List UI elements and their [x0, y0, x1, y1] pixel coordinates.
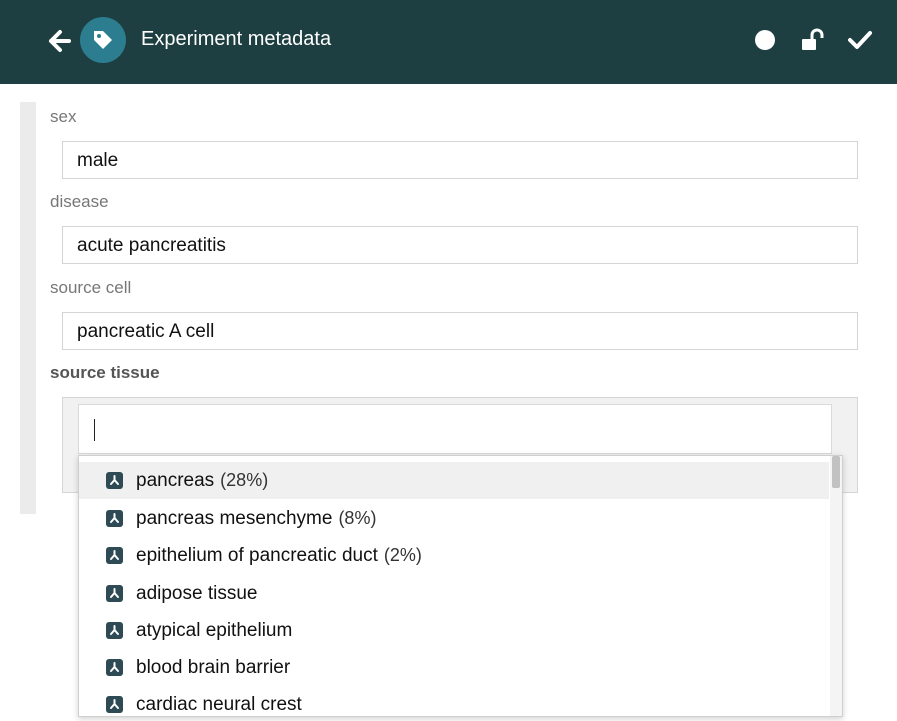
dropdown-item[interactable]: atypical epithelium — [79, 612, 829, 649]
dropdown-item[interactable]: pancreas (28%) — [79, 462, 829, 499]
field-label-source-cell: source cell — [50, 278, 132, 297]
dropdown-item[interactable]: cardiac neural crest — [79, 686, 829, 716]
ontology-term-icon — [106, 585, 123, 602]
dropdown-item-label: adipose tissue — [136, 583, 258, 604]
dropdown-item-text: pancreas mesenchyme (8%) — [136, 508, 376, 530]
dropdown-item[interactable]: adipose tissue — [79, 575, 829, 612]
dropdown-item[interactable]: blood brain barrier — [79, 649, 829, 686]
source-cell-field[interactable]: pancreatic A cell — [62, 312, 858, 350]
ontology-term-icon — [106, 696, 123, 713]
page-title: Experiment metadata — [141, 28, 332, 50]
field-label-sex: sex — [50, 107, 77, 126]
dropdown-item-text: pancreas (28%) — [136, 470, 268, 492]
dropdown-item-label: atypical epithelium — [136, 620, 293, 641]
field-label-disease: disease — [50, 192, 109, 211]
field-label-source-tissue: source tissue — [50, 363, 160, 382]
dropdown-item-text: epithelium of pancreatic duct (2%) — [136, 545, 422, 567]
dropdown-item[interactable]: epithelium of pancreatic duct (2%) — [79, 537, 829, 574]
metadata-editor: Experiment metadata sex male disease acu… — [0, 0, 897, 721]
unlock-icon[interactable] — [799, 27, 825, 53]
back-arrow-icon[interactable] — [44, 26, 74, 56]
dropdown-item-percent: (2%) — [383, 545, 422, 565]
dropdown-item-text: cardiac neural crest — [136, 694, 302, 716]
text-caret — [94, 419, 95, 441]
ontology-term-icon — [106, 547, 123, 564]
dropdown-item-percent: (8%) — [338, 508, 377, 528]
scrollbar-thumb[interactable] — [832, 456, 840, 488]
tag-icon — [80, 17, 126, 63]
check-icon[interactable] — [847, 27, 873, 53]
dropdown-item-text: adipose tissue — [136, 583, 257, 605]
sex-field[interactable]: male — [62, 141, 858, 179]
dropdown-item-label: blood brain barrier — [136, 657, 291, 678]
disease-field[interactable]: acute pancreatitis — [62, 226, 858, 264]
ontology-term-icon — [106, 659, 123, 676]
dropdown-item-label: pancreas mesenchyme — [136, 508, 333, 529]
status-circle-icon[interactable] — [752, 27, 778, 53]
dropdown-item[interactable]: pancreas mesenchyme (8%) — [79, 500, 829, 537]
ontology-term-icon — [106, 472, 123, 489]
section-gutter — [20, 102, 36, 514]
dropdown-item-text: atypical epithelium — [136, 620, 292, 642]
dropdown-item-percent: (28%) — [220, 470, 269, 490]
ontology-term-icon — [106, 622, 123, 639]
dropdown-item-label: epithelium of pancreatic duct — [136, 545, 378, 566]
source-tissue-input[interactable] — [78, 404, 832, 454]
ontology-term-icon — [106, 510, 123, 527]
dropdown-item-text: blood brain barrier — [136, 657, 290, 679]
dropdown-item-label: cardiac neural crest — [136, 694, 302, 715]
dropdown-scrollbar[interactable] — [830, 456, 842, 716]
dropdown-item-label: pancreas — [136, 470, 215, 491]
autocomplete-dropdown: pancreas (28%) pancreas mesenchyme (8%) ep… — [78, 455, 843, 717]
header-bar: Experiment metadata — [0, 0, 897, 84]
